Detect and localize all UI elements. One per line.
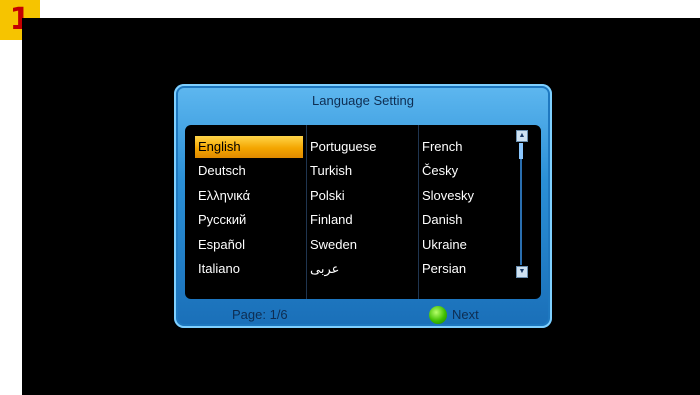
language-option-arabic[interactable]: عربى — [307, 258, 415, 280]
language-option-russian[interactable]: Русский — [195, 209, 303, 231]
language-option-sweden[interactable]: Sweden — [307, 234, 415, 256]
language-option-turkish[interactable]: Turkish — [307, 160, 415, 182]
language-option-english[interactable]: English — [195, 136, 303, 158]
language-option-portuguese[interactable]: Portuguese — [307, 136, 415, 158]
language-list: English Deutsch Ελληνικά Русский Español… — [185, 125, 541, 299]
language-option-greek[interactable]: Ελληνικά — [195, 185, 303, 207]
list-scrollbar[interactable]: ▲ ▼ — [516, 130, 528, 278]
language-option-italian[interactable]: Italiano — [195, 258, 303, 280]
language-option-slovak[interactable]: Slovesky — [419, 185, 527, 207]
language-option-danish[interactable]: Danish — [419, 209, 527, 231]
language-setting-dialog: Language Setting English Deutsch Ελληνικ… — [174, 84, 552, 328]
language-option-persian[interactable]: Persian — [419, 258, 527, 280]
language-option-french[interactable]: French — [419, 136, 527, 158]
language-column-3: French Česky Slovesky Danish Ukraine Per… — [418, 125, 531, 299]
dialog-title: Language Setting — [312, 93, 414, 108]
green-button-icon — [429, 306, 447, 324]
language-option-ukraine[interactable]: Ukraine — [419, 234, 527, 256]
scroll-up-icon[interactable]: ▲ — [516, 130, 528, 142]
scrollbar-track — [520, 143, 522, 265]
language-option-finland[interactable]: Finland — [307, 209, 415, 231]
page-indicator: Page: 1/6 — [232, 307, 288, 322]
scrollbar-thumb[interactable] — [519, 143, 523, 159]
dialog-footer: Page: 1/6 Next — [174, 305, 552, 325]
language-option-polish[interactable]: Polski — [307, 185, 415, 207]
language-column-1: English Deutsch Ελληνικά Русский Español… — [195, 125, 307, 299]
language-option-czech[interactable]: Česky — [419, 160, 527, 182]
language-option-deutsch[interactable]: Deutsch — [195, 160, 303, 182]
language-option-spanish[interactable]: Español — [195, 234, 303, 256]
next-label: Next — [452, 307, 479, 322]
scroll-down-icon[interactable]: ▼ — [516, 266, 528, 278]
language-column-2: Portuguese Turkish Polski Finland Sweden… — [306, 125, 419, 299]
tv-screen: Language Setting English Deutsch Ελληνικ… — [22, 18, 700, 395]
